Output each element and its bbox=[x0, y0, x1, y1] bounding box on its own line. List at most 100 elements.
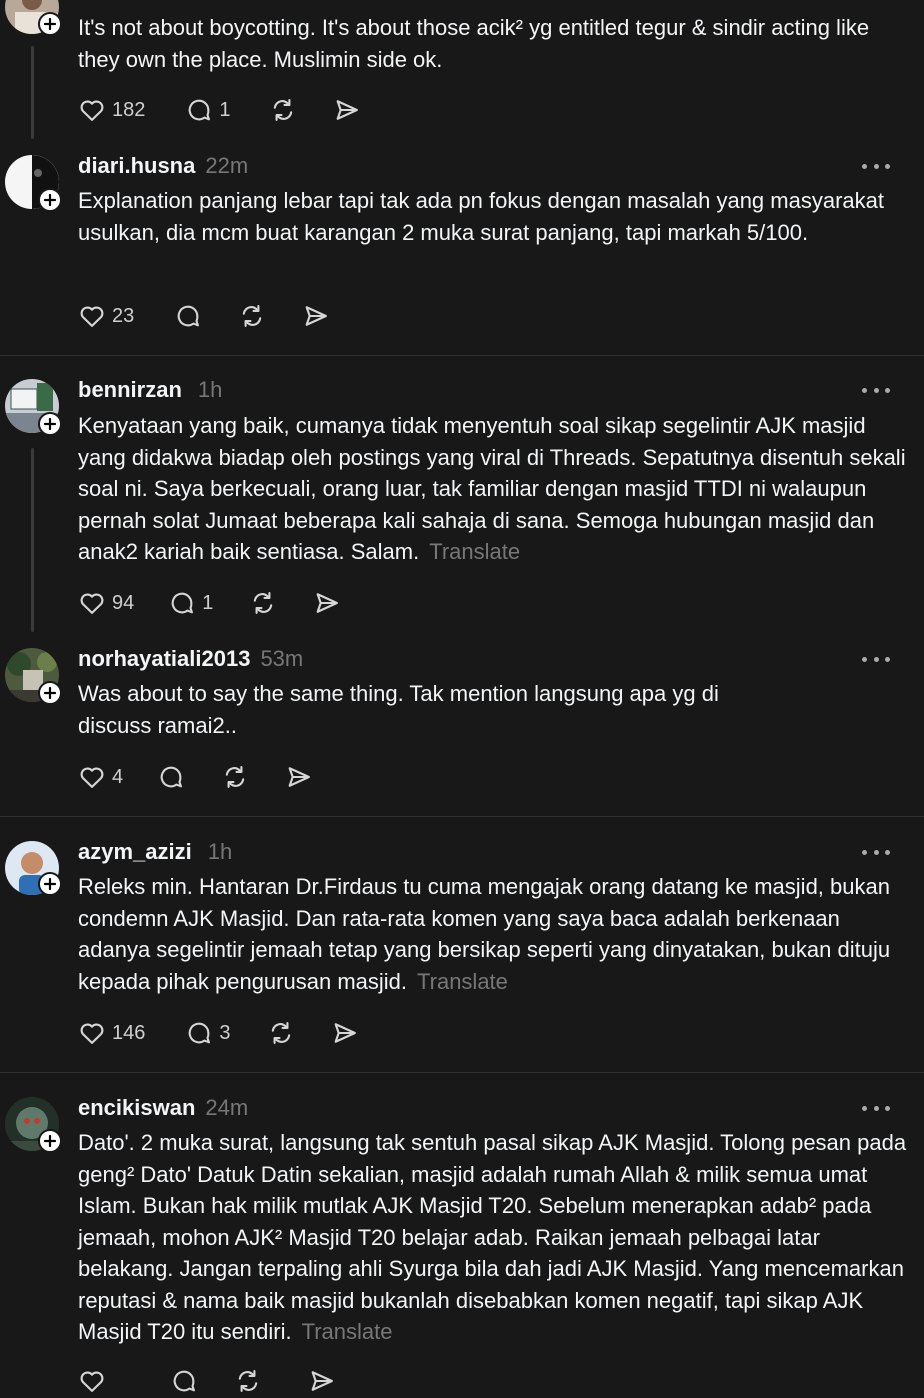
repost-icon bbox=[271, 1022, 290, 1044]
post-text: Kenyataan yang baik, cumanya tidak menye… bbox=[78, 410, 908, 568]
divider bbox=[0, 1072, 924, 1073]
post-actions: 4 bbox=[78, 760, 313, 794]
reply-button[interactable]: 1 bbox=[185, 96, 231, 124]
heart-icon bbox=[80, 1371, 104, 1392]
heart-icon bbox=[80, 1023, 104, 1044]
post-body: Dato'. 2 muka surat, langsung tak sentuh… bbox=[78, 1130, 907, 1344]
username[interactable]: azym_azizi bbox=[78, 839, 192, 864]
divider bbox=[0, 355, 924, 356]
post-text: Explanation panjang lebar tapi tak ada p… bbox=[78, 185, 908, 248]
post-actions: 23 bbox=[78, 299, 330, 333]
username[interactable]: bennirzan bbox=[78, 377, 182, 402]
translate-link[interactable]: Translate bbox=[417, 969, 508, 994]
send-icon bbox=[336, 100, 358, 120]
username[interactable]: norhayatiali2013 bbox=[78, 646, 250, 671]
thread-line bbox=[31, 46, 34, 139]
repost-button[interactable] bbox=[249, 589, 277, 617]
repost-icon bbox=[238, 1370, 258, 1392]
thread-line bbox=[31, 448, 34, 632]
follow-plus-icon[interactable] bbox=[38, 681, 62, 705]
post-header: encikiswan 24m bbox=[78, 1093, 248, 1123]
reply-button[interactable]: 1 bbox=[168, 589, 213, 617]
share-button[interactable] bbox=[331, 1019, 359, 1047]
like-button[interactable]: 94 bbox=[78, 589, 134, 617]
post-header: diari.husna 22m bbox=[78, 151, 248, 181]
repost-icon bbox=[225, 766, 245, 788]
divider bbox=[0, 816, 924, 817]
share-button[interactable] bbox=[313, 589, 341, 617]
follow-plus-icon[interactable] bbox=[38, 12, 62, 36]
post-actions bbox=[78, 1364, 336, 1398]
post-actions: 182 1 bbox=[78, 93, 361, 127]
repost-button[interactable] bbox=[269, 96, 297, 124]
repost-icon bbox=[273, 99, 292, 121]
post-text: Releks min. Hantaran Dr.Firdaus tu cuma … bbox=[78, 871, 908, 997]
reply-count: 1 bbox=[202, 591, 214, 614]
comment-icon bbox=[177, 305, 200, 327]
like-button[interactable]: 146 bbox=[78, 1019, 145, 1047]
reply-button[interactable] bbox=[170, 1367, 198, 1395]
more-options-icon[interactable] bbox=[862, 842, 890, 862]
post-header: norhayatiali2013 53m bbox=[78, 644, 303, 674]
username[interactable]: encikiswan bbox=[78, 1095, 195, 1120]
more-options-icon[interactable] bbox=[862, 649, 890, 669]
repost-icon bbox=[254, 592, 273, 614]
translate-link[interactable]: Translate bbox=[429, 539, 520, 564]
post-text: Was about to say the same thing. Tak men… bbox=[78, 678, 778, 741]
share-button[interactable] bbox=[285, 763, 313, 791]
follow-plus-icon[interactable] bbox=[38, 188, 62, 212]
translate-link[interactable]: Translate bbox=[302, 1319, 393, 1344]
like-count: 23 bbox=[112, 304, 135, 327]
post-body: Was about to say the same thing. Tak men… bbox=[78, 681, 719, 738]
follow-plus-icon[interactable] bbox=[38, 1129, 62, 1153]
more-options-icon[interactable] bbox=[862, 156, 890, 176]
repost-button[interactable] bbox=[238, 302, 266, 330]
heart-icon bbox=[80, 593, 104, 614]
repost-button[interactable] bbox=[267, 1019, 295, 1047]
reply-button[interactable] bbox=[174, 302, 202, 330]
like-button[interactable]: 23 bbox=[78, 302, 134, 330]
like-button[interactable]: 182 bbox=[78, 96, 145, 124]
reply-count: 3 bbox=[219, 1021, 231, 1044]
comment-icon bbox=[160, 766, 183, 788]
post-text: It's not about boycotting. It's about th… bbox=[78, 12, 908, 75]
post-header: bennirzan 1h bbox=[78, 375, 222, 405]
like-count: 182 bbox=[112, 98, 146, 121]
heart-icon bbox=[80, 100, 104, 121]
comment-icon bbox=[171, 592, 194, 614]
share-button[interactable] bbox=[302, 302, 330, 330]
post-actions: 94 1 bbox=[78, 586, 341, 620]
repost-icon bbox=[243, 305, 262, 327]
more-options-icon[interactable] bbox=[862, 1098, 890, 1118]
post-actions: 146 3 bbox=[78, 1016, 359, 1050]
share-button[interactable] bbox=[333, 96, 361, 124]
timestamp: 24m bbox=[205, 1095, 249, 1120]
send-icon bbox=[311, 1371, 333, 1391]
send-icon bbox=[334, 1023, 356, 1043]
timestamp: 53m bbox=[260, 646, 304, 671]
username[interactable]: diari.husna bbox=[78, 153, 195, 178]
timestamp: 1h bbox=[197, 377, 223, 402]
reply-button[interactable]: 3 bbox=[185, 1019, 231, 1047]
follow-plus-icon[interactable] bbox=[38, 412, 62, 436]
like-count: 4 bbox=[112, 765, 124, 788]
post-text: Dato'. 2 muka surat, langsung tak sentuh… bbox=[78, 1127, 908, 1348]
comment-icon bbox=[189, 99, 211, 121]
send-icon bbox=[288, 767, 311, 787]
timestamp: 22m bbox=[205, 153, 249, 178]
follow-plus-icon[interactable] bbox=[38, 872, 62, 896]
heart-icon bbox=[80, 767, 104, 788]
like-button[interactable] bbox=[78, 1367, 106, 1395]
repost-button[interactable] bbox=[234, 1367, 262, 1395]
repost-button[interactable] bbox=[221, 763, 249, 791]
more-options-icon[interactable] bbox=[862, 380, 890, 400]
reply-count: 1 bbox=[219, 98, 231, 121]
send-icon bbox=[305, 306, 328, 326]
reply-button[interactable] bbox=[157, 763, 185, 791]
like-count: 146 bbox=[112, 1021, 146, 1044]
like-count: 94 bbox=[112, 591, 135, 614]
timestamp: 1h bbox=[207, 839, 233, 864]
post-body: Explanation panjang lebar tapi tak ada p… bbox=[78, 188, 884, 245]
share-button[interactable] bbox=[308, 1367, 336, 1395]
like-button[interactable]: 4 bbox=[78, 763, 123, 791]
